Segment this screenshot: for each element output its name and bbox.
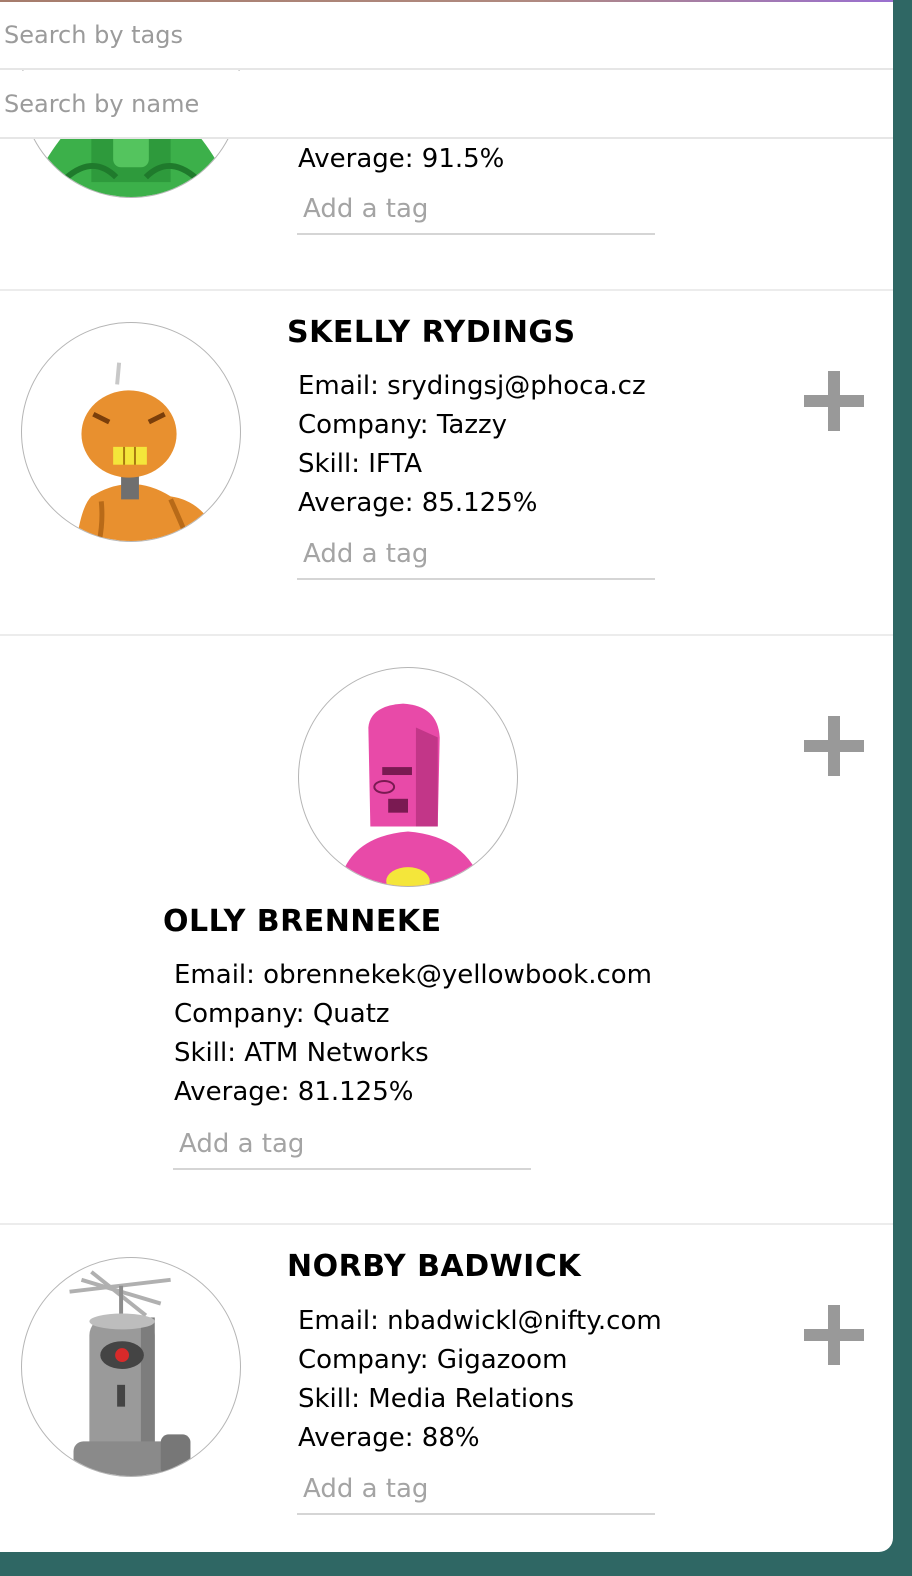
student-average: Average: 91.5% <box>298 144 505 174</box>
student-info: Email: srydingsj@phoca.cz Company: Tazzy… <box>298 367 646 523</box>
student-card: NORBY BADWICK Email: nbadwickl@nifty.com… <box>0 1223 893 1552</box>
student-list-card: Average: 91.5% Add a tag SKELLY RYDINGS … <box>0 0 893 1552</box>
student-list: Average: 91.5% Add a tag SKELLY RYDINGS … <box>0 0 893 1552</box>
add-tag-input[interactable] <box>297 185 655 235</box>
search-name-input[interactable] <box>0 71 893 139</box>
student-email: Email: obrennekek@yellowbook.com <box>174 960 652 990</box>
search-tags-input[interactable] <box>0 2 893 70</box>
student-email: Email: nbadwickl@nifty.com <box>298 1306 662 1336</box>
student-average: Average: 85.125% <box>298 488 538 518</box>
student-email: Email: srydingsj@phoca.cz <box>298 371 646 401</box>
expand-plus-icon[interactable] <box>804 1305 864 1365</box>
student-name: SKELLY RYDINGS <box>287 315 576 350</box>
student-card: OLLY BRENNEKE Email: obrennekek@yellowbo… <box>0 634 893 1225</box>
expand-plus-icon[interactable] <box>804 371 864 431</box>
robot-avatar-orange <box>76 362 221 541</box>
student-company: Company: Gigazoom <box>298 1345 568 1375</box>
student-average: Average: 81.125% <box>174 1077 414 1107</box>
add-tag-input[interactable] <box>297 1465 655 1515</box>
expand-plus-icon[interactable] <box>804 716 864 776</box>
add-tag-input[interactable] <box>173 1120 531 1170</box>
student-company: Company: Tazzy <box>298 410 508 440</box>
student-avatar <box>21 1257 241 1477</box>
student-name: NORBY BADWICK <box>287 1249 582 1284</box>
student-avatar <box>298 667 518 887</box>
student-avatar <box>21 322 241 542</box>
robot-avatar-pink <box>338 703 483 886</box>
student-info: Email: obrennekek@yellowbook.com Company… <box>174 956 652 1112</box>
student-skill: Skill: IFTA <box>298 449 423 479</box>
student-company: Company: Quatz <box>174 999 390 1029</box>
student-name: OLLY BRENNEKE <box>163 904 442 939</box>
student-average: Average: 88% <box>298 1423 480 1453</box>
student-card: SKELLY RYDINGS Email: srydingsj@phoca.cz… <box>0 289 893 636</box>
robot-avatar-gray <box>69 1270 191 1476</box>
student-skill: Skill: Media Relations <box>298 1384 575 1414</box>
add-tag-input[interactable] <box>297 530 655 580</box>
student-skill: Skill: ATM Networks <box>174 1038 429 1068</box>
student-info: Email: nbadwickl@nifty.com Company: Giga… <box>298 1302 662 1458</box>
student-info: Average: 91.5% <box>298 140 504 179</box>
